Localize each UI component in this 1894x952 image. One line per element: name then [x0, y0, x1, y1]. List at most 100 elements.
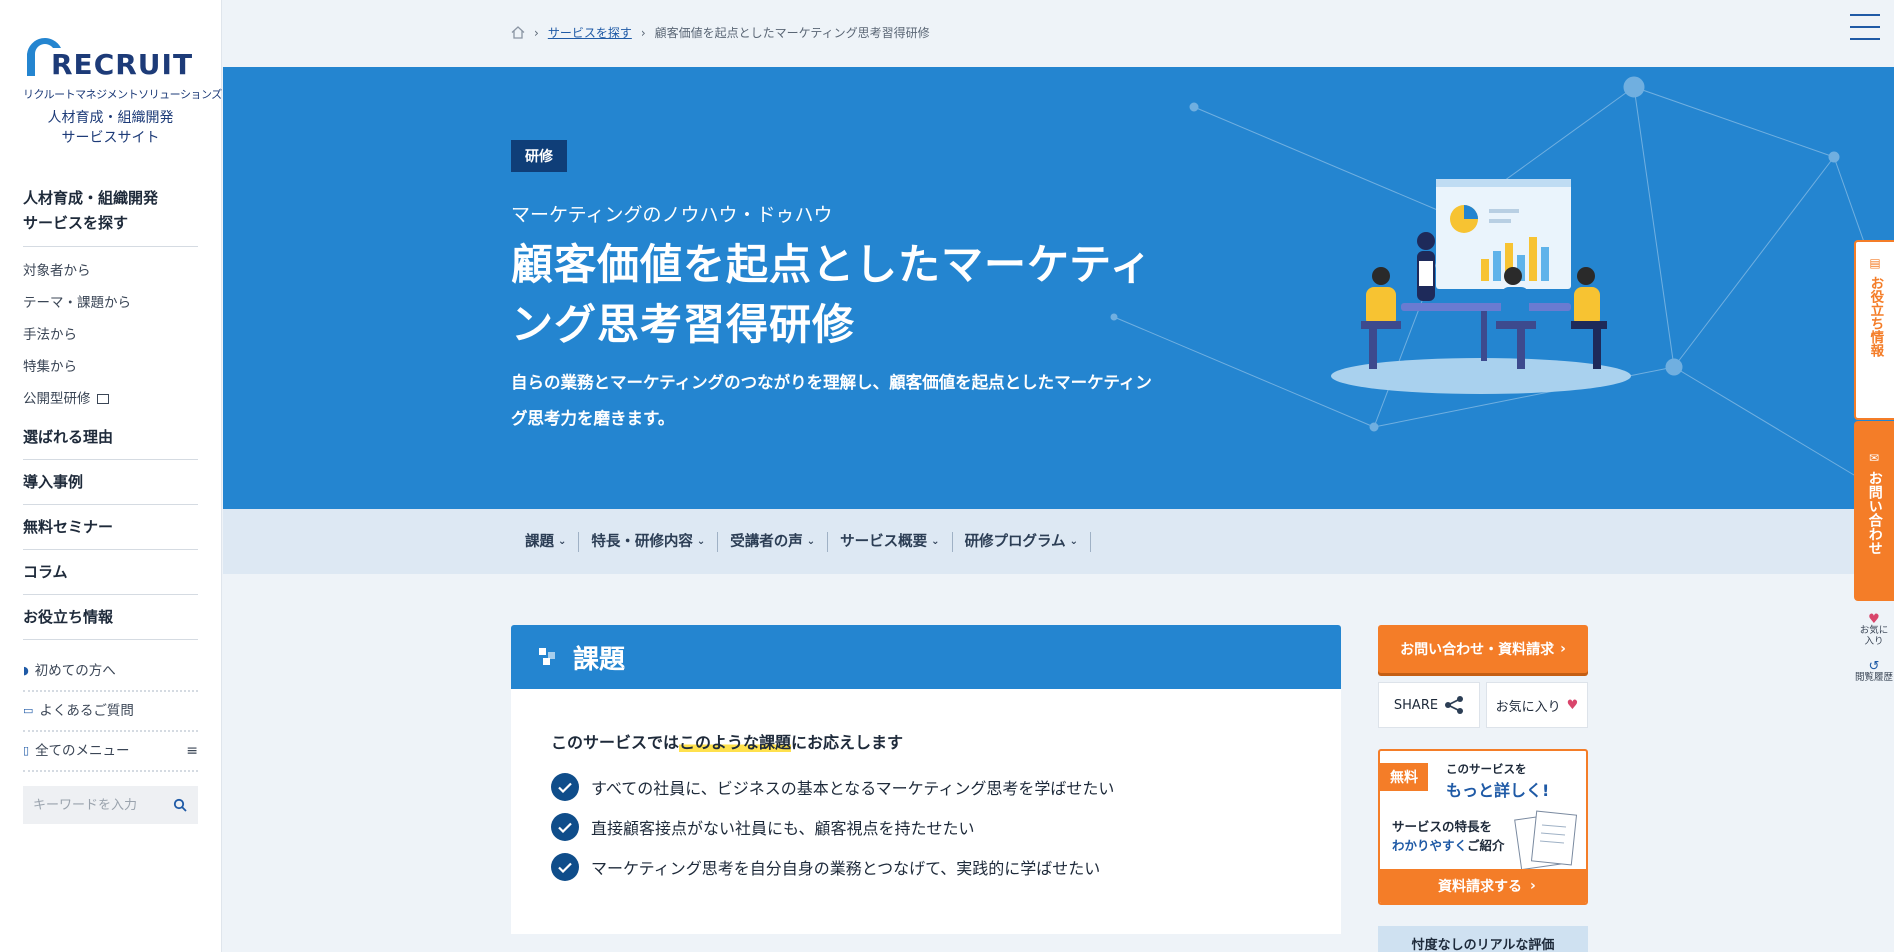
- hero-description: 自らの業務とマーケティングのつながりを理解し、顧客価値を起点としたマーケティン …: [511, 365, 1261, 437]
- float-useful-info[interactable]: ▤ お役立ち情報: [1854, 240, 1894, 420]
- chevron-down-icon: ⌄: [1069, 535, 1079, 547]
- nav-main-list: 選ばれる理由 導入事例 無料セミナー コラム お役立ち情報: [23, 415, 198, 640]
- request-document-button[interactable]: 資料請求する ›: [1380, 869, 1586, 903]
- float-favorite-label: お気に入り: [1859, 625, 1889, 647]
- tab-voices[interactable]: 受講者の声 ⌄: [718, 531, 829, 552]
- recruit-logo[interactable]: RECRUIT リクルートマネジメントソリューションズ: [23, 34, 222, 102]
- issue-text: 直接顧客接点がない社員にも、顧客視点を持たせたい: [591, 819, 975, 838]
- share-button[interactable]: SHARE: [1378, 682, 1480, 728]
- contact-request-button[interactable]: お問い合わせ・資料請求 ›: [1378, 625, 1588, 673]
- nav-item-first-time[interactable]: ◗ 初めての方へ: [23, 652, 198, 692]
- banner-text-3c: ご紹介: [1467, 838, 1505, 853]
- nav-item-cases[interactable]: 導入事例: [23, 460, 198, 505]
- category-badge: 研修: [511, 140, 567, 172]
- float-contact-label: お問い合わせ: [1866, 471, 1883, 555]
- nav-item-reasons[interactable]: 選ばれる理由: [23, 415, 198, 460]
- nav-item-column[interactable]: コラム: [23, 550, 198, 595]
- tab-voices-label: 受講者の声: [730, 533, 803, 550]
- hero-description-line1: 自らの業務とマーケティングのつながりを理解し、顧客価値を起点としたマーケティン: [511, 373, 1152, 392]
- mail-icon: ✉: [1868, 451, 1880, 465]
- share-favorite-row: SHARE お気に入り ♥: [1378, 682, 1588, 728]
- meeting-illustration-icon: [1331, 179, 1631, 394]
- search-icon[interactable]: [173, 798, 187, 812]
- nav-item-seminar[interactable]: 無料セミナー: [23, 505, 198, 550]
- share-icon: [1445, 696, 1464, 714]
- anchor-tab-bar: 課題 ⌄ 特長・研修内容 ⌄ 受講者の声 ⌄ サービス概要 ⌄ 研修プログラム ⌄: [223, 509, 1894, 574]
- nav-item-public-training[interactable]: 公開型研修: [23, 383, 198, 415]
- chevron-right-icon: ›: [1560, 641, 1566, 657]
- site-name-line2: サービスサイト: [61, 130, 160, 146]
- nav-heading-line1: 人材育成・組織開発: [23, 189, 159, 207]
- banner-text-3: サービスの特長を わかりやすくご紹介: [1392, 817, 1522, 855]
- hero-description-line2: グ思考力を磨きます。: [511, 409, 675, 428]
- chevron-down-icon: ⌄: [806, 535, 816, 547]
- page-title: 顧客価値を起点としたマーケティ ング思考習得研修: [511, 235, 1231, 355]
- document-request-banner[interactable]: 無料 このサービスを もっと詳しく! サービスの特長を わかりやすくご紹介 資料…: [1378, 749, 1588, 905]
- lead-pre: このサービスでは: [551, 733, 680, 752]
- nav-item-faq-label: よくあるご質問: [39, 703, 134, 719]
- lead-post: にお応えします: [791, 733, 904, 752]
- float-contact[interactable]: ✉ お問い合わせ: [1854, 421, 1894, 601]
- contact-request-label: お問い合わせ・資料請求: [1400, 642, 1555, 658]
- nav-item-by-target[interactable]: 対象者から: [23, 255, 198, 287]
- banner-text-3b: わかりやすく: [1392, 838, 1468, 853]
- site-name: 人材育成・組織開発 サービスサイト: [23, 108, 198, 148]
- favorite-label: お気に入り: [1495, 699, 1561, 715]
- nav-sub-list: 対象者から テーマ・課題から 手法から 特集から 公開型研修: [23, 255, 198, 415]
- nav-item-all-menu-label: 全てのメニュー: [35, 743, 130, 759]
- home-icon[interactable]: [511, 26, 525, 39]
- hero-subtitle: マーケティングのノウハウ・ドゥハウ: [511, 204, 833, 226]
- float-useful-label: お役立ち情報: [1867, 276, 1884, 357]
- beginner-icon: ◗: [23, 664, 29, 677]
- chevron-down-icon: ⌄: [558, 535, 567, 547]
- float-favorite[interactable]: ♥ お気に入り: [1859, 612, 1889, 647]
- check-circle-icon: [551, 773, 579, 801]
- section-body-issues: このサービスではこのような課題にお応えします すべての社員に、ビジネスの基本とな…: [511, 689, 1341, 934]
- breadcrumb-link-find-service[interactable]: サービスを探す: [548, 24, 632, 41]
- breadcrumb-current: 顧客価値を起点としたマーケティング思考習得研修: [654, 26, 930, 40]
- tab-overview-label: サービス概要: [840, 533, 928, 550]
- list-item: マーケティング思考を自分自身の業務とつなげて、実践的に学ばせたい: [551, 847, 1301, 887]
- tab-overview[interactable]: サービス概要 ⌄: [828, 531, 953, 552]
- search-input[interactable]: [33, 797, 173, 813]
- favorite-button[interactable]: お気に入り ♥: [1486, 682, 1588, 728]
- float-history-label: 閲覧履歴: [1854, 672, 1893, 683]
- request-document-label: 資料請求する: [1438, 879, 1522, 895]
- heart-icon: ♥: [1566, 697, 1579, 713]
- check-circle-icon: [551, 813, 579, 841]
- tab-program-label: 研修プログラム: [964, 533, 1066, 550]
- section-lead: このサービスではこのような課題にお応えします: [551, 729, 1301, 753]
- section-title: 課題: [573, 644, 626, 675]
- nav-heading-find-service[interactable]: 人材育成・組織開発 サービスを探す: [23, 186, 198, 247]
- tab-program[interactable]: 研修プログラム ⌄: [953, 531, 1092, 552]
- lead-highlight: このような課題: [679, 733, 792, 752]
- chat-bubble-icon: ▭: [23, 704, 34, 717]
- logo-text: RECRUIT: [51, 48, 194, 81]
- nav-item-by-method[interactable]: 手法から: [23, 319, 198, 351]
- breadcrumb-separator-icon: ›: [640, 25, 646, 40]
- nav-item-all-menu[interactable]: ▯ 全てのメニュー ≡: [23, 732, 198, 772]
- nav-item-by-theme[interactable]: テーマ・課題から: [23, 287, 198, 319]
- page-title-line2: ング思考習得研修: [511, 300, 856, 349]
- nav-item-faq[interactable]: ▭ よくあるご質問: [23, 692, 198, 732]
- section-mark-icon: [539, 648, 559, 666]
- hero-banner: 研修 マーケティングのノウハウ・ドゥハウ 顧客価値を起点としたマーケティ ング思…: [223, 67, 1894, 509]
- nav-item-by-feature[interactable]: 特集から: [23, 351, 198, 383]
- banner-text-2: もっと詳しく!: [1446, 781, 1550, 800]
- hamburger-menu-icon[interactable]: [1850, 14, 1880, 40]
- tab-features[interactable]: 特長・研修内容 ⌄: [579, 531, 719, 552]
- float-history[interactable]: ↺ 閲覧履歴: [1854, 660, 1893, 683]
- nav-item-first-time-label: 初めての方へ: [34, 663, 116, 679]
- review-banner[interactable]: 忖度なしのリアルな評価: [1378, 926, 1588, 952]
- heart-icon: ♥: [1868, 612, 1880, 627]
- nav-heading-line2: サービスを探す: [23, 214, 129, 232]
- issue-text: すべての社員に、ビジネスの基本となるマーケティング思考を学ばせたい: [591, 779, 1115, 798]
- share-label: SHARE: [1393, 697, 1439, 713]
- sidebar: RECRUIT リクルートマネジメントソリューションズ 人材育成・組織開発 サー…: [0, 0, 222, 952]
- document-icon: ▤: [1869, 256, 1881, 270]
- tab-issues[interactable]: 課題 ⌄: [511, 531, 580, 552]
- banner-text-3a: サービスの特長を: [1392, 819, 1493, 834]
- nav-item-useful-info[interactable]: お役立ち情報: [23, 595, 198, 640]
- chevron-right-icon: ›: [1530, 878, 1536, 894]
- tab-issues-label: 課題: [525, 533, 554, 550]
